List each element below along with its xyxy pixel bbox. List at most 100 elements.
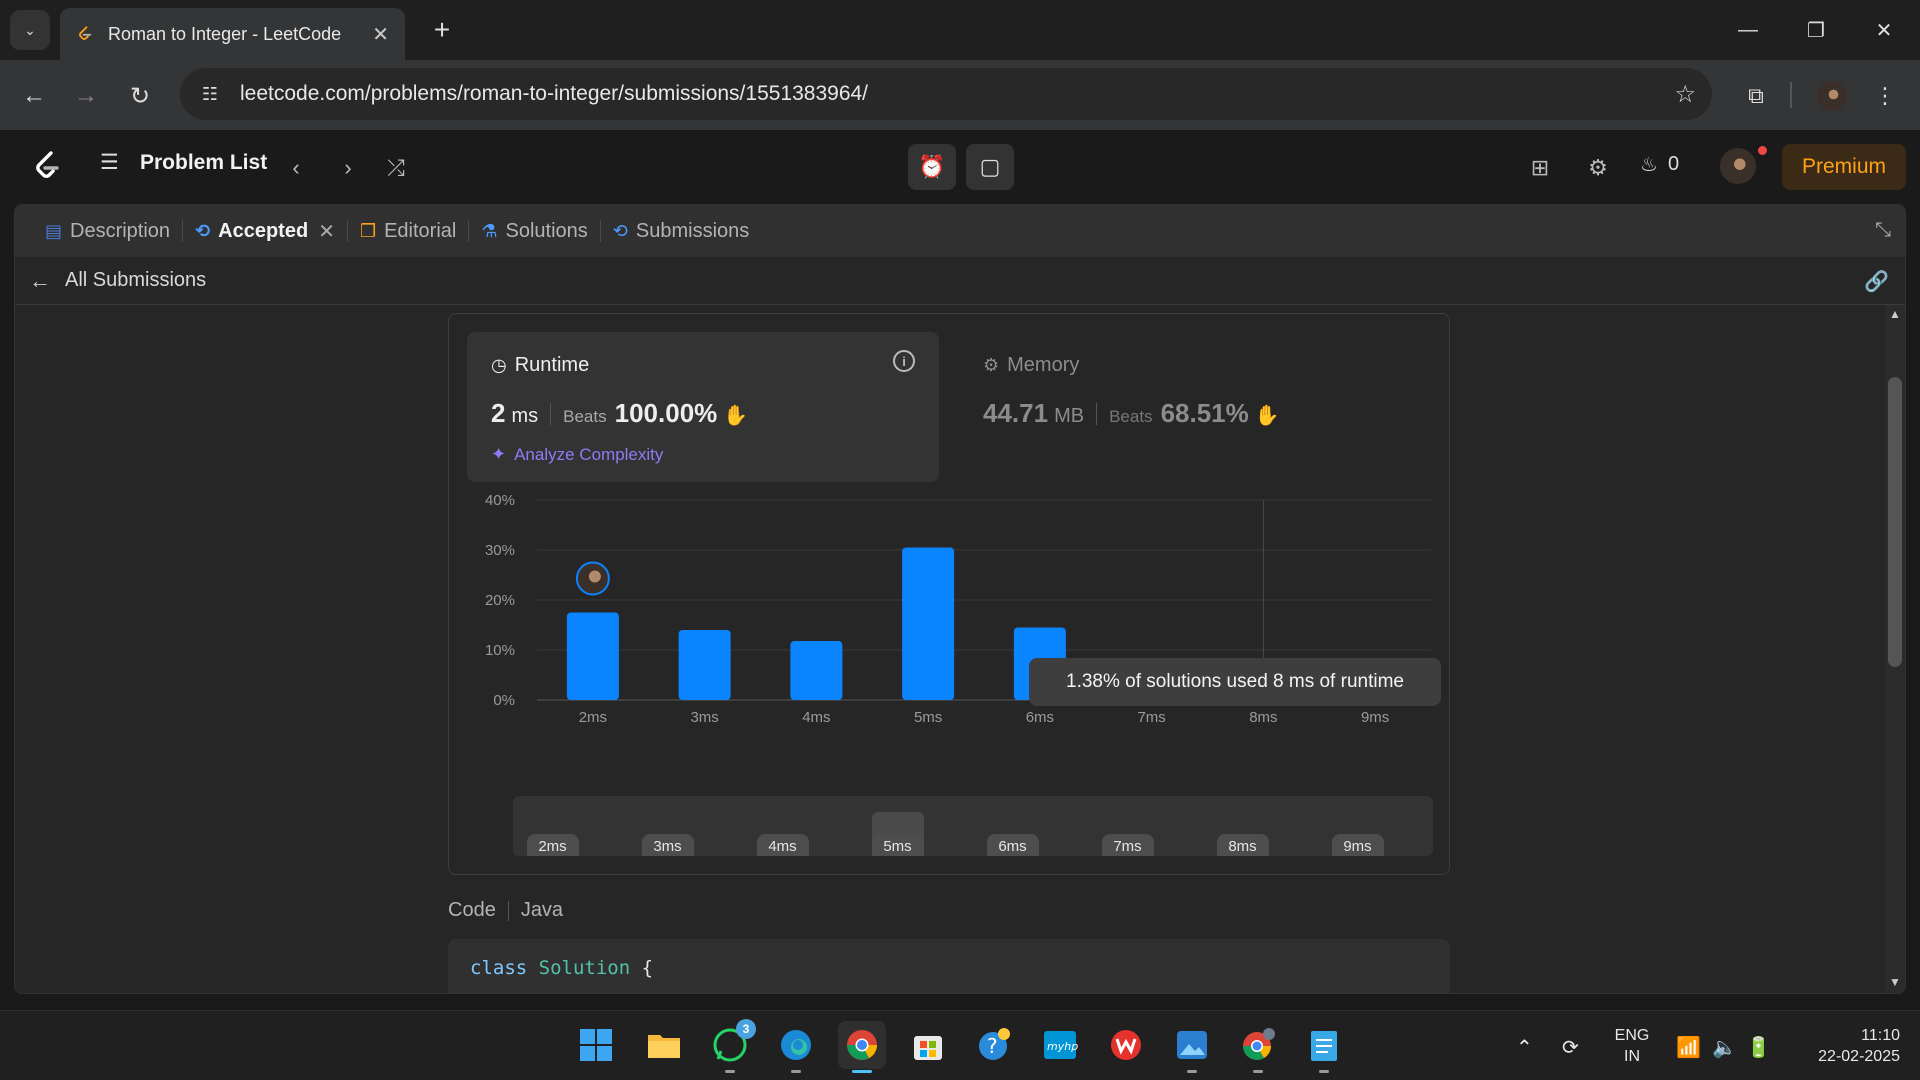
chart-bar — [678, 630, 731, 700]
reload-button[interactable]: ↻ — [120, 76, 160, 116]
extensions-icon[interactable]: ⧉ — [1736, 78, 1776, 114]
clock-icon: ◷ — [491, 355, 507, 375]
bookmark-star-icon[interactable]: ☆ — [1674, 80, 1696, 109]
runtime-beats-label: Beats — [563, 407, 607, 426]
wps-office-app[interactable] — [1102, 1021, 1150, 1069]
range-label[interactable]: 5ms — [871, 834, 924, 856]
notepad-app[interactable] — [1300, 1021, 1348, 1073]
minimize-button[interactable]: ― — [1728, 12, 1768, 48]
edge-app[interactable] — [772, 1021, 820, 1073]
svg-text:?: ? — [987, 1034, 998, 1058]
new-tab-button[interactable]: + — [424, 12, 460, 48]
notes-button[interactable]: ▢ — [966, 144, 1014, 190]
memory-stats: 44.71 MB Beats 68.51% ✋ — [983, 398, 1280, 429]
browser-toolbar: ← → ↻ ☷ leetcode.com/problems/roman-to-i… — [0, 60, 1920, 130]
code-separator — [507, 900, 509, 921]
scroll-down-arrow[interactable]: ▼ — [1885, 975, 1905, 993]
back-button[interactable]: ← — [14, 76, 54, 116]
forward-button[interactable]: → — [66, 76, 106, 116]
x-tick-label: 7ms — [1137, 709, 1165, 726]
range-label[interactable]: 4ms — [756, 834, 809, 856]
scrollbar-thumb[interactable] — [1888, 377, 1902, 667]
runtime-box[interactable]: ◷ Runtime i 2 ms Beats 100.00% ✋ ✦ Analy… — [467, 332, 939, 482]
shuffle-icon[interactable]: ⤮ — [380, 152, 412, 184]
sync-icon[interactable]: ⟳ — [1562, 1035, 1579, 1060]
info-icon[interactable]: i — [893, 350, 915, 372]
tab-submissions-label: Submissions — [635, 219, 750, 242]
y-tick-label: 0% — [493, 692, 515, 709]
timer-button[interactable]: ⏰ — [908, 144, 956, 190]
problem-list-button[interactable]: ☰ Problem List — [100, 150, 267, 175]
runtime-value: 2 — [491, 398, 506, 428]
all-submissions-link[interactable]: All Submissions — [65, 269, 206, 292]
scrollbar[interactable]: ▲ ▼ — [1885, 305, 1905, 993]
show-hidden-icons[interactable]: ⌃ — [1516, 1035, 1533, 1060]
tab-close-icon[interactable]: ✕ — [372, 22, 389, 47]
running-indicator — [1253, 1070, 1263, 1073]
problem-list-label: Problem List — [140, 150, 268, 174]
runtime-title: Runtime — [514, 354, 590, 376]
photos-app[interactable] — [1168, 1021, 1216, 1073]
range-label[interactable]: 7ms — [1101, 834, 1154, 856]
memory-box[interactable]: ⚙ Memory 44.71 MB Beats 68.51% ✋ — [959, 332, 1419, 482]
chrome-profile-app[interactable] — [1234, 1021, 1282, 1073]
language-indicator[interactable]: ENG IN — [1604, 1025, 1660, 1067]
chip-icon: ⚙ — [983, 355, 1000, 375]
region-code: IN — [1624, 1048, 1640, 1065]
code-block[interactable]: class Solution { — [448, 939, 1450, 993]
url-text[interactable]: leetcode.com/problems/roman-to-integer/s… — [240, 82, 868, 106]
range-label[interactable]: 3ms — [641, 834, 694, 856]
tab-solutions[interactable]: ⚗ Solutions — [469, 205, 599, 257]
range-selector[interactable]: 2ms 3ms 4ms 5ms 6ms 7ms 8ms 9ms — [513, 796, 1433, 856]
menu-kebab-icon[interactable]: ⋮ — [1870, 78, 1900, 114]
folder-icon — [648, 1035, 680, 1058]
tab-search-button[interactable]: ⌄ — [10, 10, 50, 50]
myhp-app[interactable]: myhp — [1036, 1021, 1084, 1069]
tab-editorial-label: Editorial — [384, 219, 457, 242]
runtime-distribution-chart[interactable]: 0% 10% 20% 30% 40% 2ms 3ms 4ms 5ms 6ms 7ms 8ms 9ms — [449, 494, 1451, 754]
browser-tab[interactable]: Roman to Integer - LeetCode ✕ — [60, 8, 405, 60]
range-label[interactable]: 9ms — [1331, 834, 1384, 856]
get-help-app[interactable]: ? — [970, 1021, 1018, 1069]
address-bar[interactable]: ☷ leetcode.com/problems/roman-to-integer… — [180, 68, 1712, 120]
leetcode-header: ☰ Problem List ‹ › ⤮ ⏰ ▢ ⊞ ⚙ ♨ 0 Premium — [0, 130, 1920, 202]
memory-header: ⚙ Memory — [983, 354, 1079, 377]
tab-editorial[interactable]: ❒ Editorial — [348, 205, 468, 257]
battery-icon[interactable]: 🔋 — [1746, 1035, 1771, 1060]
premium-button[interactable]: Premium — [1782, 144, 1906, 190]
streak-counter[interactable]: ♨ 0 — [1640, 152, 1679, 177]
scroll-up-arrow[interactable]: ▲ — [1885, 307, 1905, 325]
layout-grid-icon[interactable]: ⊞ — [1524, 152, 1556, 184]
tab-description[interactable]: ▤ Description — [33, 205, 182, 257]
next-problem-icon[interactable]: › — [332, 152, 364, 184]
volume-icon[interactable]: 🔈 — [1712, 1035, 1737, 1060]
range-label[interactable]: 6ms — [986, 834, 1039, 856]
clock[interactable]: 11:10 22-02-2025 — [1790, 1025, 1900, 1067]
user-avatar[interactable] — [1720, 148, 1756, 184]
copy-link-icon[interactable]: 🔗 — [1864, 269, 1889, 294]
x-tick-label: 4ms — [802, 709, 830, 726]
range-label[interactable]: 8ms — [1216, 834, 1269, 856]
leetcode-logo-icon[interactable] — [30, 148, 66, 184]
prev-problem-icon[interactable]: ‹ — [280, 152, 312, 184]
whatsapp-app[interactable]: 3 — [706, 1019, 756, 1073]
tab-submissions[interactable]: ⟲ Submissions — [601, 205, 761, 257]
microsoft-store-app[interactable] — [904, 1021, 952, 1069]
chrome-app[interactable] — [838, 1021, 886, 1073]
tab-accepted[interactable]: ⟲ Accepted ✕ — [183, 205, 347, 257]
collapse-icon[interactable]: ⤡ — [1875, 219, 1891, 242]
code-label: Code — [448, 899, 496, 921]
back-arrow-icon[interactable]: ← — [29, 268, 51, 294]
code-keyword: class — [470, 957, 528, 979]
profile-avatar[interactable] — [1814, 78, 1850, 114]
wifi-icon[interactable]: 📶 — [1676, 1035, 1701, 1060]
range-label[interactable]: 2ms — [526, 834, 579, 856]
analyze-complexity-link[interactable]: ✦ Analyze Complexity — [491, 444, 663, 465]
file-explorer-app[interactable] — [640, 1021, 688, 1069]
close-window-button[interactable]: ✕ — [1864, 12, 1904, 48]
site-info-icon[interactable]: ☷ — [194, 78, 226, 110]
settings-gear-icon[interactable]: ⚙ — [1582, 152, 1614, 184]
start-button[interactable] — [572, 1021, 620, 1069]
restore-button[interactable]: ❐ — [1796, 12, 1836, 48]
tab-close-icon[interactable]: ✕ — [318, 219, 335, 244]
